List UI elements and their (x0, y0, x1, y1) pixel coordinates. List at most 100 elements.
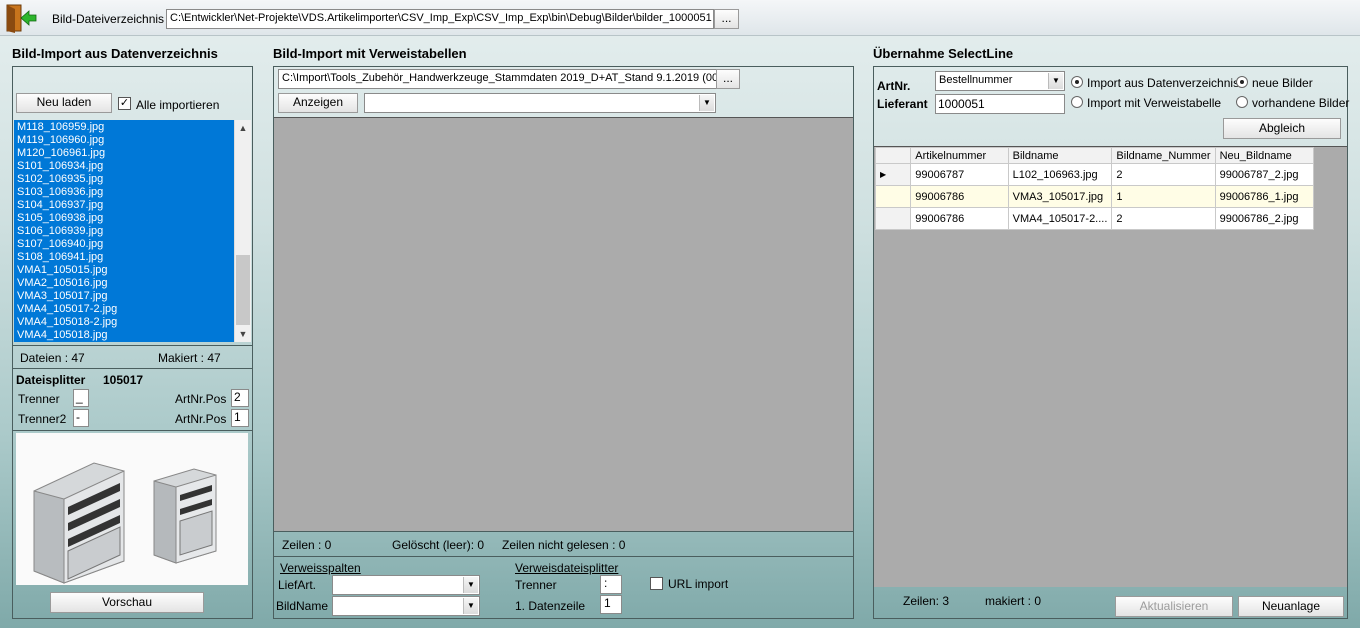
list-item[interactable]: S104_106937.jpg (17, 199, 234, 212)
list-item[interactable]: S108_106941.jpg (17, 251, 234, 264)
row-header-corner (874, 147, 912, 164)
url-import-label: URL import (668, 577, 729, 591)
column-header[interactable]: Bildname (1007, 147, 1113, 164)
divider (13, 368, 252, 369)
list-item[interactable]: S102_106935.jpg (17, 173, 234, 186)
table-cell[interactable]: 2 (1111, 163, 1216, 186)
import-all-checkbox[interactable]: ✓ (118, 97, 131, 110)
list-item[interactable]: S103_106936.jpg (17, 186, 234, 199)
list-item[interactable]: M120_106961.jpg (17, 147, 234, 160)
ref-trenner-input[interactable]: : (600, 575, 622, 594)
list-item[interactable]: S106_106939.jpg (17, 225, 234, 238)
trenner-input[interactable]: _ (73, 389, 89, 407)
artnr-select[interactable]: Bestellnummer ▼ (935, 71, 1065, 91)
list-item[interactable]: VMA1_105015.jpg (17, 264, 234, 277)
scroll-thumb[interactable] (236, 255, 250, 325)
show-button[interactable]: Anzeigen (278, 93, 358, 113)
trenner2-label: Trenner2 (18, 412, 67, 426)
browse-reference-file-button[interactable]: ... (716, 69, 740, 89)
splitter-title: Dateisplitter (16, 373, 86, 387)
scroll-down-icon[interactable]: ▼ (235, 326, 251, 342)
new-images-radio[interactable] (1236, 76, 1248, 88)
table-cell[interactable]: 99006787_2.jpg (1214, 163, 1315, 186)
table-cell[interactable]: 99006786 (910, 207, 1009, 230)
compare-button[interactable]: Abgleich (1223, 118, 1341, 139)
table-cell[interactable]: L102_106963.jpg (1007, 163, 1113, 186)
bildname-label: BildName (276, 599, 329, 613)
existing-images-radio[interactable] (1236, 96, 1248, 108)
table-row[interactable]: 99006786 VMA4_105017-2.... 2 99006786_2.… (874, 207, 1315, 230)
file-list[interactable]: M118_106959.jpg M119_106960.jpg M120_10696… (14, 120, 234, 342)
chevron-down-icon[interactable]: ▼ (463, 577, 478, 593)
middle-section-title: Bild-Import mit Verweistabellen (273, 46, 467, 61)
divider (274, 531, 853, 532)
list-item[interactable]: VMA2_105016.jpg (17, 277, 234, 290)
preview-button[interactable]: Vorschau (50, 592, 204, 613)
chevron-down-icon[interactable]: ▼ (1048, 73, 1063, 89)
preview-image (16, 433, 248, 585)
table-cell[interactable]: 99006787 (910, 163, 1009, 186)
result-marked-count: makiert : 0 (985, 594, 1042, 608)
artnr-pos-input[interactable]: 2 (231, 389, 249, 407)
supplier-input[interactable]: 1000051 (935, 94, 1065, 114)
table-row[interactable]: ▶ 99006787 L102_106963.jpg 2 99006787_2.… (874, 163, 1315, 186)
existing-images-label: vorhandene Bilder (1252, 96, 1350, 110)
list-item[interactable]: S105_106938.jpg (17, 212, 234, 225)
list-item[interactable]: S107_106940.jpg (17, 238, 234, 251)
reference-file-input[interactable]: C:\Import\Tools_Zubehör_Handwerkzeuge_St… (278, 69, 740, 89)
scroll-up-icon[interactable]: ▲ (235, 120, 251, 136)
update-button[interactable]: Aktualisieren (1115, 596, 1233, 617)
table-cell[interactable]: 99006786_1.jpg (1214, 185, 1315, 208)
import-dir-radio[interactable] (1071, 76, 1083, 88)
unread-count: Zeilen nicht gelesen : 0 (502, 538, 626, 552)
list-item[interactable]: M118_106959.jpg (17, 121, 234, 134)
result-rows-count: Zeilen: 3 (903, 594, 950, 608)
table-cell[interactable]: VMA4_105017-2.... (1007, 207, 1113, 230)
row-header[interactable] (874, 185, 912, 208)
table-cell[interactable]: 99006786 (910, 185, 1009, 208)
table-cell[interactable]: VMA3_105017.jpg (1007, 185, 1113, 208)
list-item[interactable]: VMA4_105018-2.jpg (17, 316, 234, 329)
artnr-select-value: Bestellnummer (939, 74, 1013, 86)
list-item[interactable]: VMA3_105017.jpg (17, 290, 234, 303)
column-header[interactable]: Neu_Bildname (1214, 147, 1315, 164)
bildname-select[interactable]: ▼ (332, 596, 480, 616)
exit-door-icon[interactable] (3, 3, 37, 33)
divider (13, 430, 252, 431)
reference-grid-area[interactable] (274, 117, 853, 531)
marked-count: Makiert : 47 (158, 351, 221, 365)
import-dir-label: Import aus Datenverzeichnis (1087, 76, 1240, 90)
result-table[interactable]: Artikelnummer Bildname Bildname_Nummer N… (874, 147, 1315, 230)
table-cell[interactable]: 99006786_2.jpg (1214, 207, 1315, 230)
table-cell[interactable]: 1 (1111, 185, 1216, 208)
chevron-down-icon[interactable]: ▼ (699, 95, 714, 111)
trenner2-input[interactable]: - (73, 409, 89, 427)
import-ref-radio[interactable] (1071, 96, 1083, 108)
image-directory-input[interactable]: C:\Entwickler\Net-Projekte\VDS.Artikelim… (166, 9, 714, 29)
artnr-pos2-input[interactable]: 1 (231, 409, 249, 427)
column-header[interactable]: Artikelnummer (910, 147, 1009, 164)
list-item[interactable]: S101_106934.jpg (17, 160, 234, 173)
file-list-scrollbar[interactable]: ▲ ▼ (234, 120, 251, 342)
list-item[interactable]: VMA4_105017-2.jpg (17, 303, 234, 316)
row-header[interactable] (874, 207, 912, 230)
first-row-label: 1. Datenzeile (515, 599, 586, 613)
chevron-down-icon[interactable]: ▼ (463, 598, 478, 614)
browse-directory-button[interactable]: ... (714, 9, 739, 29)
column-header[interactable]: Bildname_Nummer (1111, 147, 1216, 164)
url-import-checkbox[interactable] (650, 577, 663, 590)
liefart-select[interactable]: ▼ (332, 575, 480, 595)
list-item[interactable]: VMA4_105018.jpg (17, 329, 234, 342)
image-directory-label: Bild-Dateiverzeichnis (52, 12, 165, 26)
toolbar: Bild-Dateiverzeichnis C:\Entwickler\Net-… (0, 0, 1360, 36)
first-row-input[interactable]: 1 (600, 595, 622, 614)
ref-splitter-title: Verweisdateisplitter (515, 561, 619, 575)
deleted-count: Gelöscht (leer): 0 (392, 538, 485, 552)
sheet-select[interactable]: ▼ (364, 93, 716, 113)
new-entry-button[interactable]: Neuanlage (1238, 596, 1344, 617)
table-cell[interactable]: 2 (1111, 207, 1216, 230)
trenner-label: Trenner (18, 392, 60, 406)
list-item[interactable]: M119_106960.jpg (17, 134, 234, 147)
table-row[interactable]: 99006786 VMA3_105017.jpg 1 99006786_1.jp… (874, 185, 1315, 208)
reload-button[interactable]: Neu laden (16, 93, 112, 113)
